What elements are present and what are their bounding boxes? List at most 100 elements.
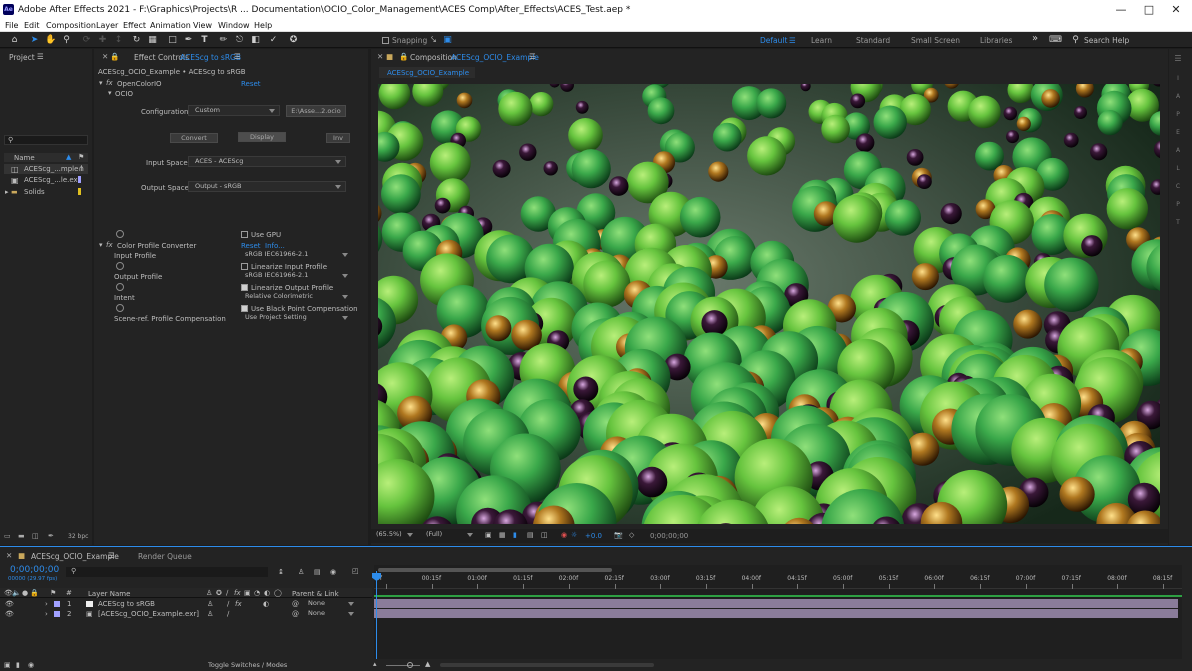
dolly-camera-icon[interactable]: ↕ bbox=[113, 35, 124, 46]
collapse-arrow-icon[interactable]: ▾ bbox=[108, 89, 112, 97]
ocio-config-file-button[interactable]: E:\Asse...2.ocio bbox=[286, 105, 346, 117]
workspace-libraries[interactable]: Libraries bbox=[980, 36, 1012, 45]
solo-switch-icon[interactable]: ● bbox=[22, 589, 28, 597]
eye-icon[interactable]: 👁 bbox=[5, 600, 14, 608]
type-tool-icon[interactable]: T bbox=[199, 35, 210, 46]
frame-blending-icon[interactable]: ◉ bbox=[330, 568, 336, 576]
zoom-slider[interactable] bbox=[386, 665, 420, 666]
expand-arrow-icon[interactable]: › bbox=[45, 600, 48, 608]
pick-whip-icon[interactable]: @ bbox=[292, 600, 299, 608]
project-item[interactable]: ◫ ACEScg_...mple ⋔ bbox=[4, 164, 88, 174]
panel-menu-icon[interactable]: ☰ bbox=[529, 52, 536, 61]
mask-visibility-icon[interactable]: ▮ bbox=[513, 531, 517, 539]
label-color[interactable] bbox=[54, 611, 60, 617]
menu-edit[interactable]: Edit bbox=[24, 21, 40, 30]
selection-tool-icon[interactable]: ➤ bbox=[29, 35, 40, 46]
audio-panel-icon[interactable]: A bbox=[1172, 91, 1184, 103]
grid-guides-icon[interactable]: ◫ bbox=[541, 531, 548, 539]
pick-whip-icon[interactable]: @ bbox=[292, 610, 299, 618]
menu-help[interactable]: Help bbox=[254, 21, 272, 30]
menu-file[interactable]: File bbox=[5, 21, 18, 30]
playhead[interactable] bbox=[376, 571, 377, 669]
linearize-input-checkbox[interactable] bbox=[241, 263, 248, 270]
render-queue-tab[interactable]: Render Queue bbox=[138, 552, 192, 561]
layer-switches-icon[interactable]: ▣ bbox=[4, 661, 11, 669]
graph-editor-icon[interactable]: ◰ bbox=[352, 567, 359, 575]
transparency-grid-icon[interactable]: ▦ bbox=[499, 531, 506, 539]
lock-switch-icon[interactable]: 🔒 bbox=[30, 589, 39, 597]
home-icon[interactable]: ⌂ bbox=[9, 35, 20, 46]
puppet-pin-icon[interactable]: ✪ bbox=[288, 35, 299, 46]
draft-3d-icon[interactable]: ♙ bbox=[298, 568, 304, 576]
time-stretch-icon[interactable]: ◉ bbox=[28, 661, 34, 669]
character-panel-icon[interactable]: C bbox=[1172, 181, 1184, 193]
timeline-tab[interactable]: ACEScg_OCIO_Example bbox=[31, 552, 119, 561]
quality-icon[interactable]: ∕ bbox=[227, 600, 229, 608]
zoom-dropdown[interactable]: (65.5%) bbox=[375, 530, 417, 541]
layer-row[interactable]: 👁 › 2 ▣ [ACEScg_OCIO_Example.exr] ♙ ∕ @ … bbox=[0, 609, 372, 619]
configuration-dropdown[interactable]: Custom bbox=[188, 105, 280, 116]
pen-tool-icon[interactable]: ✒ bbox=[183, 35, 194, 46]
brush-tool-icon[interactable]: ✏ bbox=[218, 35, 229, 46]
minimize-button[interactable]: — bbox=[1113, 3, 1129, 17]
time-ruler[interactable]: 0f00:15f01:00f01:15f02:00f02:15f03:00f03… bbox=[374, 573, 1182, 589]
lock-icon[interactable]: 🔒 bbox=[110, 52, 119, 61]
project-item[interactable]: ▣ ACEScg_...le.exr bbox=[4, 175, 88, 185]
output-space-dropdown[interactable]: Output - sRGB bbox=[188, 181, 346, 192]
shy-layers-icon[interactable]: ▤ bbox=[314, 568, 321, 576]
current-time-display[interactable]: 0;00;00;00 bbox=[650, 532, 688, 540]
comp-mini-flowchart-icon[interactable]: ↨ bbox=[278, 568, 284, 576]
maximize-button[interactable]: □ bbox=[1141, 3, 1157, 17]
layer-row[interactable]: 👁 › 1 ACEScg to sRGB ♙ ∕ fx ◐ @ None bbox=[0, 599, 372, 609]
fx-icon[interactable]: fx bbox=[106, 241, 113, 249]
project-item[interactable]: ▸ ▬ Solids bbox=[4, 187, 88, 197]
search-icon[interactable]: ⚲ bbox=[1070, 35, 1081, 46]
menu-effect[interactable]: Effect bbox=[123, 21, 146, 30]
search-help-input[interactable]: Search Help bbox=[1084, 36, 1129, 45]
composition-name[interactable]: ACEScg_OCIO_Example bbox=[451, 53, 539, 62]
transfer-controls-icon[interactable]: ▮ bbox=[16, 661, 20, 669]
panel-menu-icon[interactable]: ☰ bbox=[234, 52, 241, 61]
interpret-footage-icon[interactable]: ▭ bbox=[4, 532, 11, 540]
hand-tool-icon[interactable]: ✋ bbox=[45, 35, 56, 46]
menu-animation[interactable]: Animation bbox=[150, 21, 191, 30]
stopwatch-icon[interactable] bbox=[116, 262, 124, 270]
exposure-icon[interactable]: ☼ bbox=[571, 531, 577, 539]
composition-viewer[interactable] bbox=[378, 84, 1160, 524]
effects-panel-icon[interactable]: E bbox=[1172, 127, 1184, 139]
keyboard-shortcuts-icon[interactable]: ⌨ bbox=[1049, 35, 1062, 46]
preview-panel-icon[interactable]: P bbox=[1172, 109, 1184, 121]
invert-button[interactable]: Inv bbox=[326, 133, 350, 143]
snap-options-icon[interactable]: ⤥ bbox=[428, 35, 439, 46]
show-snapshot-icon[interactable]: ◇ bbox=[629, 531, 634, 539]
zoom-in-icon[interactable]: ▲ bbox=[425, 660, 430, 668]
eye-icon[interactable]: 👁 bbox=[5, 610, 14, 618]
zoom-out-icon[interactable]: ▴ bbox=[373, 660, 377, 668]
label-color[interactable] bbox=[54, 601, 60, 607]
close-tab-icon[interactable]: ✕ bbox=[377, 52, 383, 61]
black-point-checkbox[interactable] bbox=[241, 305, 248, 312]
bit-depth-label[interactable]: 32 bpc bbox=[68, 533, 88, 540]
cpc-reset-link[interactable]: Reset bbox=[241, 242, 261, 250]
new-composition-icon[interactable]: ◫ bbox=[32, 532, 39, 540]
pan-behind-icon[interactable]: ▦ bbox=[147, 35, 158, 46]
label-tag-icon[interactable]: ⚑ bbox=[50, 589, 56, 597]
timeline-search-input[interactable]: ⚲ bbox=[66, 567, 268, 577]
input-profile-dropdown[interactable]: sRGB IEC61966-2.1 bbox=[240, 250, 352, 261]
paragraph-panel-icon[interactable]: P bbox=[1172, 199, 1184, 211]
zoom-tool-icon[interactable]: ⚲ bbox=[61, 35, 72, 46]
panel-menu-icon[interactable]: ☰ bbox=[108, 551, 115, 560]
shy-icon[interactable]: ♙ bbox=[207, 600, 213, 608]
menu-layer[interactable]: Layer bbox=[96, 21, 118, 30]
lock-icon[interactable]: 🔒 bbox=[399, 52, 408, 61]
menu-window[interactable]: Window bbox=[218, 21, 250, 30]
region-of-interest-icon[interactable]: ▣ bbox=[485, 531, 492, 539]
settings-icon[interactable]: ✒ bbox=[48, 532, 54, 540]
snap-edges-icon[interactable]: ▣ bbox=[442, 35, 453, 46]
pan-camera-icon[interactable]: ✚ bbox=[97, 35, 108, 46]
input-space-dropdown[interactable]: ACES - ACEScg bbox=[188, 156, 346, 167]
panel-menu-icon[interactable]: ☰ bbox=[37, 52, 44, 61]
toggle-switches-modes[interactable]: Toggle Switches / Modes bbox=[208, 661, 287, 669]
workspace-default[interactable]: Default bbox=[760, 36, 787, 45]
exposure-value[interactable]: +0.0 bbox=[585, 532, 602, 540]
